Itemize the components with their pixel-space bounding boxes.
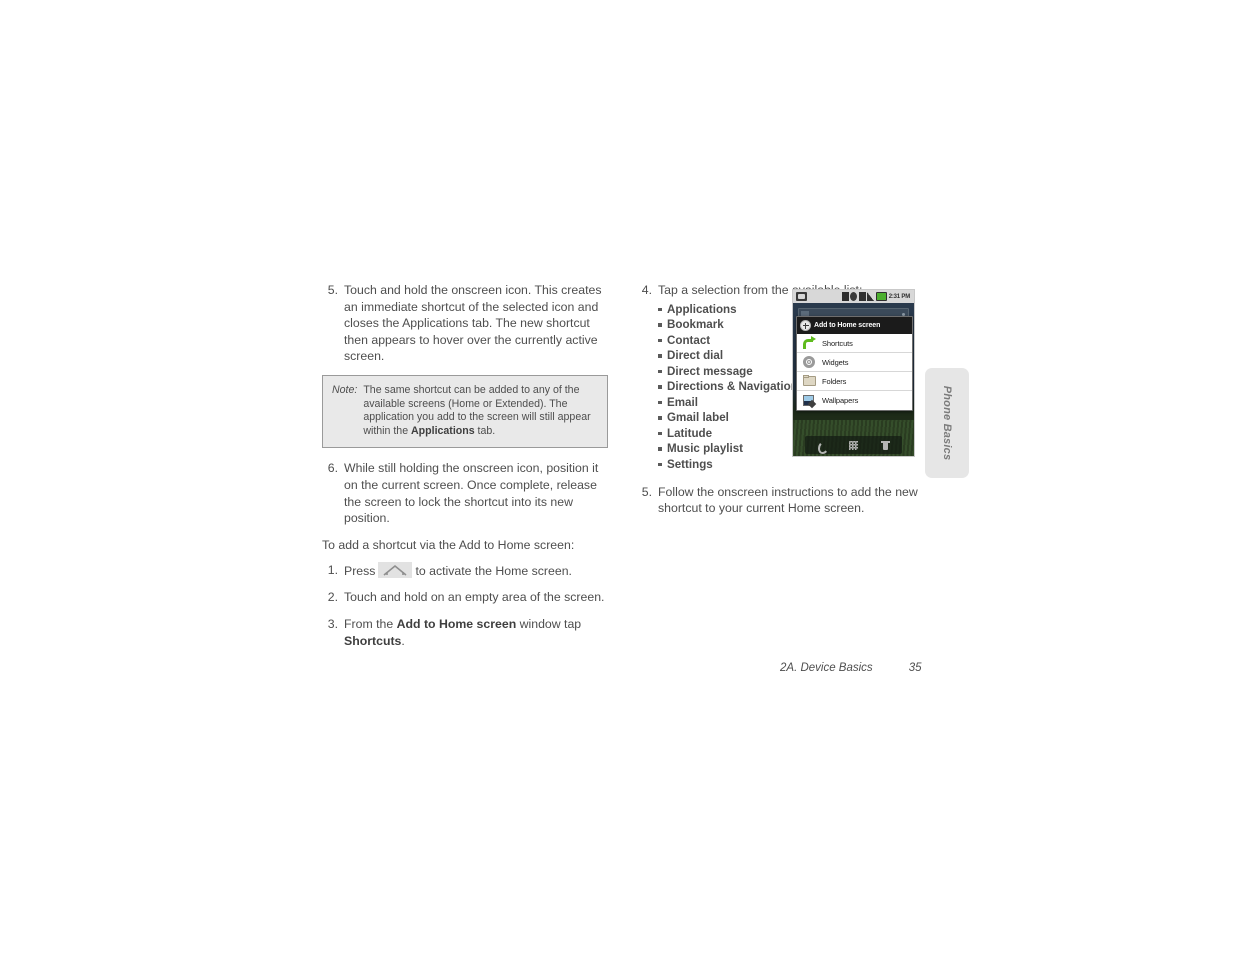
chapter-side-tab: Phone Basics [925, 368, 969, 478]
battery-icon [875, 292, 887, 301]
dialog-row-widgets[interactable]: Widgets [797, 353, 912, 372]
step-number: 4. [641, 283, 652, 297]
signal-icon [867, 292, 875, 301]
step-6-left: 6. While still holding the onscreen icon… [322, 460, 612, 526]
phone-status-bar: 2:31 PM [793, 290, 914, 303]
note-body: The same shortcut can be added to any of… [363, 384, 598, 438]
dialog-title-label: Add to Home screen [814, 322, 881, 329]
dialog-row-wallpapers[interactable]: Wallpapers [797, 391, 912, 410]
bluetooth-icon [841, 292, 849, 301]
step-text-after: . [401, 633, 405, 648]
phone-icon[interactable] [816, 440, 829, 454]
add-plus-icon [800, 320, 811, 331]
notification-icon [796, 292, 807, 301]
step-text: While still holding the onscreen icon, p… [344, 461, 599, 526]
step-number: 6. [327, 461, 338, 476]
note-box: Note: The same shortcut can be added to … [322, 374, 608, 449]
left-column: 5. Touch and hold the onscreen icon. Thi… [322, 282, 612, 659]
dialog-title-bar: Add to Home screen [797, 317, 912, 334]
step-3-left: 3. From the Add to Home screen window tap… [322, 616, 612, 649]
step-number: 5. [641, 484, 652, 499]
step-text-before: From the [344, 616, 397, 631]
dialog-row-label: Wallpapers [822, 396, 859, 405]
footer-page-number: 35 [908, 662, 922, 674]
status-system-icons [841, 292, 887, 301]
note-text-part2: tab. [474, 424, 496, 437]
alarm-icon [858, 292, 866, 301]
step-bold-1: Add to Home screen [396, 616, 517, 631]
step-5-left: 5. Touch and hold the onscreen icon. Thi… [322, 282, 612, 365]
step-number: 3. [327, 616, 338, 631]
note-bold-term: Applications [411, 424, 475, 437]
step-number: 1. [327, 562, 338, 577]
note-label: Note: [332, 383, 358, 396]
wallpaper-picture-icon [802, 394, 816, 408]
phone-home-screen: Add to Home screen Shortcuts Widgets Fol… [793, 303, 914, 456]
gps-icon [850, 292, 858, 301]
step-number: 2. [327, 590, 338, 605]
folder-icon [802, 374, 816, 388]
step-2-left: 2. Touch and hold on an empty area of th… [322, 589, 612, 606]
step-1-left: 1. Press to activate the Home screen. [322, 561, 612, 580]
app-grid-icon[interactable] [848, 440, 859, 451]
list-item: Settings [658, 457, 926, 472]
lead-in-text: To add a shortcut via the Add to Home sc… [322, 537, 575, 552]
step-bold-2: Shortcuts [344, 633, 402, 648]
dialog-row-label: Folders [822, 376, 847, 386]
step-text: Touch and hold on an empty area of the s… [344, 590, 605, 605]
dialog-row-folders[interactable]: Folders [797, 372, 912, 391]
phone-screenshot-figure: 2:31 PM Add to Home screen Shortcuts Wid… [793, 290, 914, 456]
dialog-row-label: Shortcuts [822, 338, 853, 348]
footer-chapter: 2A. Device Basics [780, 662, 873, 674]
step-text-before: Press [344, 563, 376, 578]
step-number: 5. [327, 283, 338, 297]
document-page: 5. Touch and hold the onscreen icon. Thi… [0, 0, 1235, 954]
widgets-gear-icon [802, 355, 816, 369]
status-clock: 2:31 PM [888, 293, 910, 300]
step-text: Touch and hold the onscreen icon. This c… [344, 283, 602, 364]
step-text-after: to activate the Home screen. [415, 563, 572, 578]
step-text-mid: window tap [516, 616, 582, 631]
browser-icon[interactable] [880, 440, 891, 451]
add-to-home-screen-dialog: Add to Home screen Shortcuts Widgets Fol… [796, 316, 913, 411]
phone-dock [805, 436, 902, 454]
home-key-icon [378, 561, 413, 578]
dialog-row-shortcuts[interactable]: Shortcuts [797, 334, 912, 353]
side-tab-label: Phone Basics [941, 385, 953, 461]
step-5-right: 5. Follow the onscreen instructions to a… [636, 484, 926, 517]
dialog-row-label: Widgets [822, 357, 849, 367]
page-footer: 2A. Device Basics 35 [780, 662, 921, 674]
shortcut-arrow-icon [802, 336, 816, 350]
step-text: Follow the onscreen instructions to add … [658, 484, 918, 516]
